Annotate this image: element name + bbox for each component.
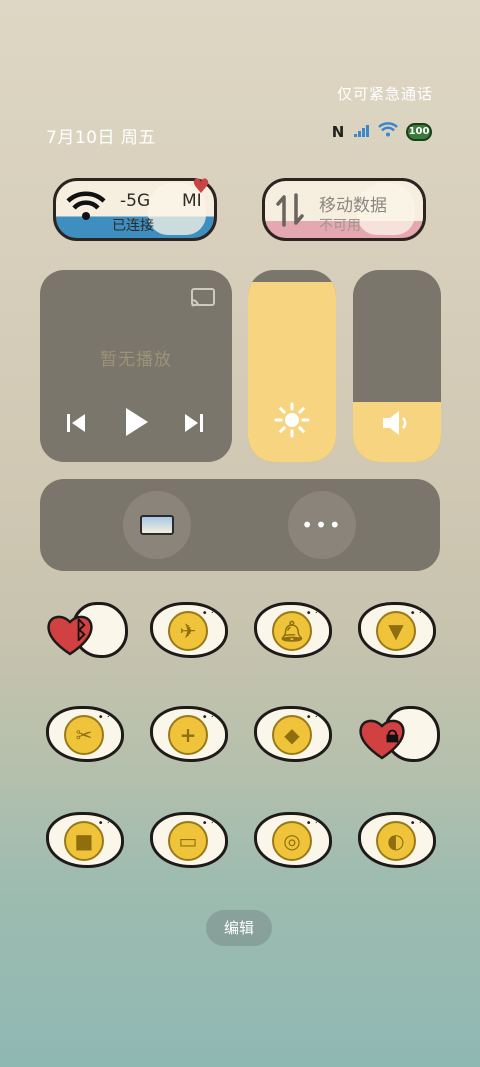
battery-icon: 100: [406, 122, 432, 141]
bluetooth-icon: ᛒ: [74, 616, 89, 644]
quick-toggle-location[interactable]: ◆ • ·: [254, 702, 332, 766]
quick-toggle-rotation-lock[interactable]: 🔒︎: [358, 702, 440, 766]
flashlight-icon: ▼: [388, 619, 404, 643]
wifi-network-name: -5G: [120, 191, 151, 211]
quick-toggle-battery-saver[interactable]: + • ·: [150, 702, 228, 766]
airplane-mode-icon: ✈: [179, 619, 197, 643]
more-options-button[interactable]: •••: [288, 491, 356, 559]
no-media-text: 暂无播放: [100, 350, 172, 370]
screen-cast-button[interactable]: [123, 491, 191, 559]
bell-icon: 🔔︎: [279, 619, 305, 643]
nfc-icon: N: [331, 122, 345, 141]
date-text: 7月10日 周五: [46, 128, 156, 148]
quick-toggle-video-record[interactable]: ■ • ·: [46, 808, 124, 872]
cat-face-icon: • ·: [409, 608, 422, 619]
quick-toggle-bluetooth[interactable]: ᛒ: [46, 598, 128, 662]
quick-toggle-airplane-mode[interactable]: ✈ • ·: [150, 598, 228, 662]
rotation-lock-icon: 🔒︎: [386, 720, 399, 748]
cat-face-icon: • ·: [305, 712, 318, 723]
wifi-icon: [66, 191, 106, 225]
previous-track-icon[interactable]: [65, 410, 87, 440]
screenshot-cut-icon: ✂: [75, 723, 93, 747]
video-record-icon: ■: [74, 829, 94, 853]
next-track-icon[interactable]: [183, 410, 205, 440]
signal-icon: [354, 122, 370, 141]
play-icon[interactable]: [122, 406, 150, 442]
status-bar-icons: N 100: [330, 122, 432, 141]
wifi-status: 已连接: [112, 218, 154, 234]
quick-toggle-focus-mode[interactable]: ◎ • ·: [254, 808, 332, 872]
shortcut-card: •••: [40, 479, 440, 571]
cat-face-icon: • ·: [409, 818, 422, 829]
quick-toggle-contrast[interactable]: ◐ • ·: [358, 808, 436, 872]
brightness-slider[interactable]: [248, 270, 336, 462]
quick-toggle-bell[interactable]: 🔔︎ • ·: [254, 598, 332, 662]
cat-face-icon: • ·: [201, 818, 214, 829]
cat-face-icon: • ·: [305, 818, 318, 829]
contrast-icon: ◐: [387, 829, 405, 853]
location-icon: ◆: [284, 723, 300, 747]
focus-mode-icon: ◎: [283, 829, 301, 853]
speaker-icon: [353, 408, 441, 438]
battery-saver-icon: +: [179, 723, 197, 747]
cat-face-icon: • ·: [201, 712, 214, 723]
mobile-data-status: 不可用: [319, 218, 361, 234]
mobile-data-label: 移动数据: [319, 196, 387, 216]
sun-icon: [248, 402, 336, 438]
media-player-card[interactable]: 暂无播放: [40, 270, 232, 462]
volume-slider[interactable]: [353, 270, 441, 462]
cat-face-icon: • ·: [201, 608, 214, 619]
cast-icon[interactable]: [190, 288, 216, 312]
quick-toggle-screen-mode[interactable]: ▭ • ·: [150, 808, 228, 872]
quick-toggle-screenshot-cut[interactable]: ✂ • ·: [46, 702, 124, 766]
wifi-status-icon: [378, 122, 398, 141]
heart-sticker-icon: ♥: [192, 174, 210, 198]
screen-mode-icon: ▭: [178, 829, 198, 853]
cat-face-icon: • ·: [97, 712, 110, 723]
mobile-data-toggle-tile[interactable]: 移动数据 不可用: [262, 178, 426, 241]
data-arrows-icon: [275, 193, 305, 231]
more-dots-icon: •••: [301, 513, 343, 537]
quick-toggle-flashlight[interactable]: ▼ • ·: [358, 598, 436, 662]
screen-icon: [140, 515, 174, 535]
cat-face-icon: • ·: [97, 818, 110, 829]
cat-face-icon: • ·: [305, 608, 318, 619]
emergency-call-text: 仅可紧急通话: [336, 85, 433, 103]
edit-button[interactable]: 编辑: [206, 910, 272, 946]
